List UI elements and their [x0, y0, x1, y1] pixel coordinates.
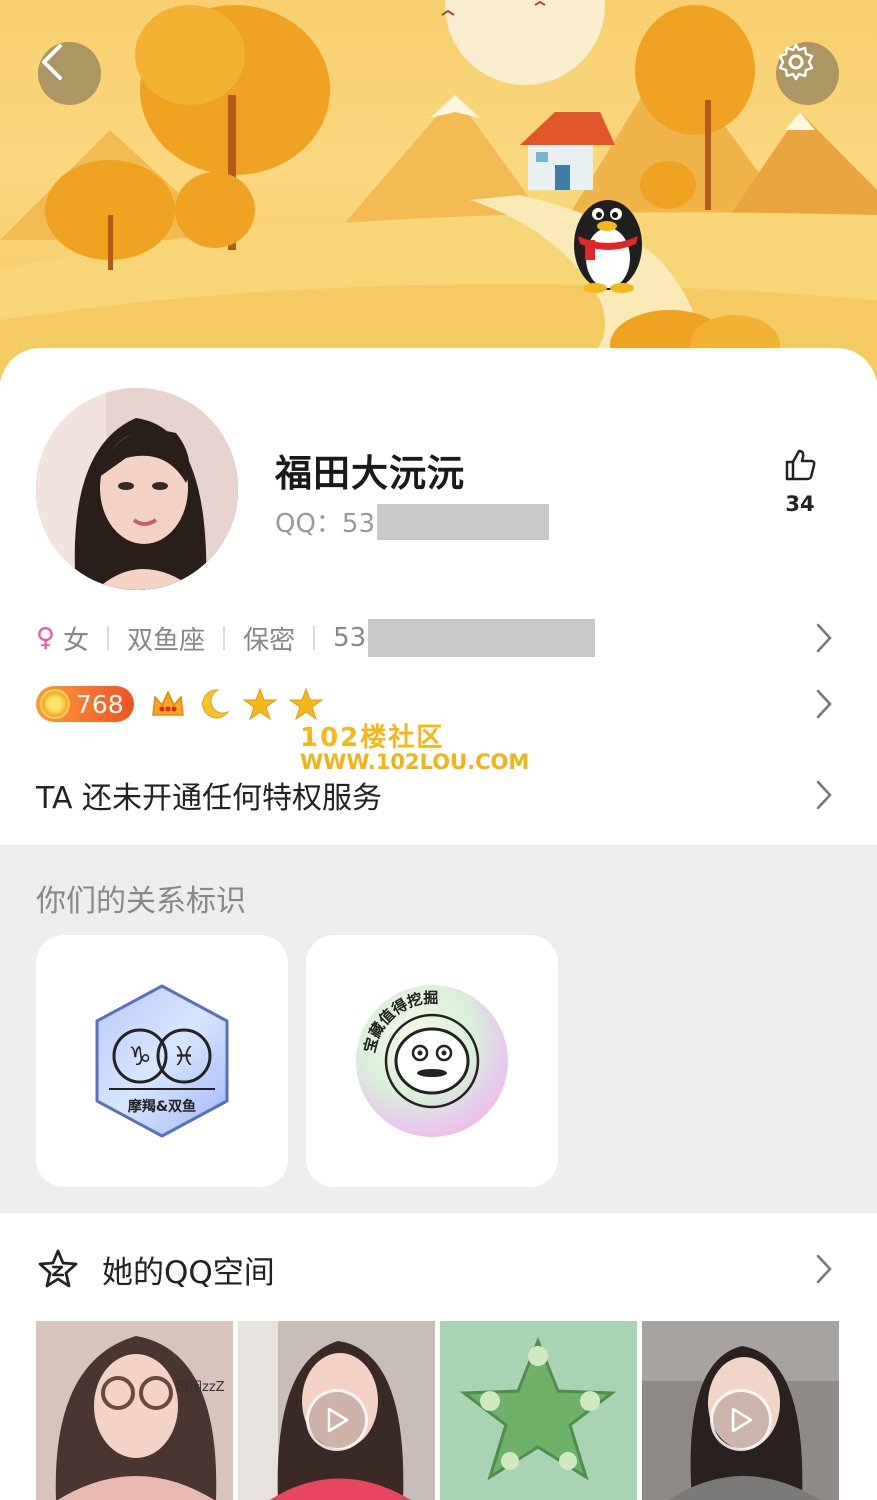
privilege-row[interactable]: TA 还未开通任何特权服务: [0, 773, 877, 817]
profile-cover-banner: [0, 0, 877, 380]
photo-thumbnail: [440, 1321, 637, 1500]
photo-thumbnail: 困困zzZ: [36, 1321, 233, 1500]
chevron-right-icon: [816, 780, 832, 810]
play-button[interactable]: [305, 1389, 368, 1451]
relation-section-title: 你们的关系标识: [36, 884, 246, 919]
watermark-line2: WWW.102LOU.COM: [300, 750, 530, 774]
qzone-photo[interactable]: [440, 1321, 637, 1500]
female-icon: ♀: [36, 623, 56, 653]
zodiac-badge-label: 摩羯&双鱼: [128, 1098, 196, 1115]
redaction-bar: [368, 619, 596, 657]
basic-info-row[interactable]: ♀ 女 双鱼座 保密 53: [0, 618, 877, 658]
star-icon: [242, 687, 278, 721]
relation-badge-treasure[interactable]: 宝藏值得挖掘: [306, 935, 558, 1187]
coin-icon: [40, 689, 70, 719]
like-button[interactable]: 34: [770, 448, 830, 516]
moon-icon: [201, 689, 230, 719]
chevron-right-icon: [816, 623, 832, 653]
svg-text:♓: ♓: [172, 1042, 195, 1072]
divider: [313, 626, 316, 650]
treasure-badge-icon: 宝藏值得挖掘: [356, 985, 508, 1137]
chevron-right-icon: [816, 689, 832, 719]
cover-illustration: [0, 0, 877, 380]
svg-text:♑: ♑: [128, 1042, 151, 1072]
qzone-header[interactable]: 她的QQ空间: [0, 1243, 877, 1295]
photo-caption: 困困zzZ: [176, 1380, 225, 1395]
coin-badge: 768: [36, 686, 134, 722]
redaction-bar: [377, 503, 550, 540]
settings-button[interactable]: [776, 42, 839, 105]
back-button[interactable]: [38, 42, 101, 105]
qq-number-prefix: QQ：53: [275, 509, 376, 539]
thumbs-up-icon: [785, 449, 816, 481]
nickname: 福田大沅沅: [275, 452, 465, 495]
qq-number: QQ：53: [275, 503, 550, 540]
qzone-photo[interactable]: 困困zzZ: [36, 1321, 233, 1500]
play-icon: [327, 1407, 348, 1433]
play-button[interactable]: [709, 1389, 772, 1451]
site-watermark: 102楼社区 WWW.102LOU.COM: [300, 725, 529, 773]
crown-icon: [151, 690, 184, 716]
zodiac-label: 双鱼座: [127, 625, 206, 656]
gear-icon: [778, 43, 814, 81]
extra-info-prefix: 53: [333, 623, 367, 653]
divider: [223, 626, 226, 650]
chevron-left-icon: [42, 44, 62, 80]
privacy-label: 保密: [243, 625, 296, 656]
qzone-photo-strip: 困困zzZ: [36, 1321, 839, 1500]
play-icon: [731, 1407, 752, 1433]
star-icon: [288, 687, 324, 721]
qzone-video[interactable]: [642, 1321, 839, 1500]
zodiac-badge-icon: ♑ ♓ 摩羯&双鱼: [95, 984, 229, 1138]
coin-value: 768: [76, 689, 124, 719]
relation-badge-zodiac[interactable]: ♑ ♓ 摩羯&双鱼: [36, 935, 288, 1187]
privilege-text: TA 还未开通任何特权服务: [36, 781, 383, 816]
like-count: 34: [785, 492, 815, 516]
qzone-star-icon: [38, 1249, 78, 1288]
qzone-title: 她的QQ空间: [102, 1254, 275, 1291]
profile-card: 福田大沅沅 QQ：53 34 ♀ 女 双鱼座 保密 53 768 102楼社区 …: [0, 348, 877, 845]
avatar-portrait: [36, 388, 238, 590]
gender-label: 女: [63, 625, 90, 656]
chevron-right-icon: [816, 1254, 832, 1284]
level-row[interactable]: 768: [0, 683, 877, 725]
qzone-section: 她的QQ空间 困困zzZ: [0, 1213, 877, 1500]
watermark-line1: 102楼社区: [300, 723, 445, 753]
qzone-video[interactable]: [238, 1321, 435, 1500]
divider: [107, 626, 110, 650]
avatar[interactable]: [36, 388, 238, 590]
